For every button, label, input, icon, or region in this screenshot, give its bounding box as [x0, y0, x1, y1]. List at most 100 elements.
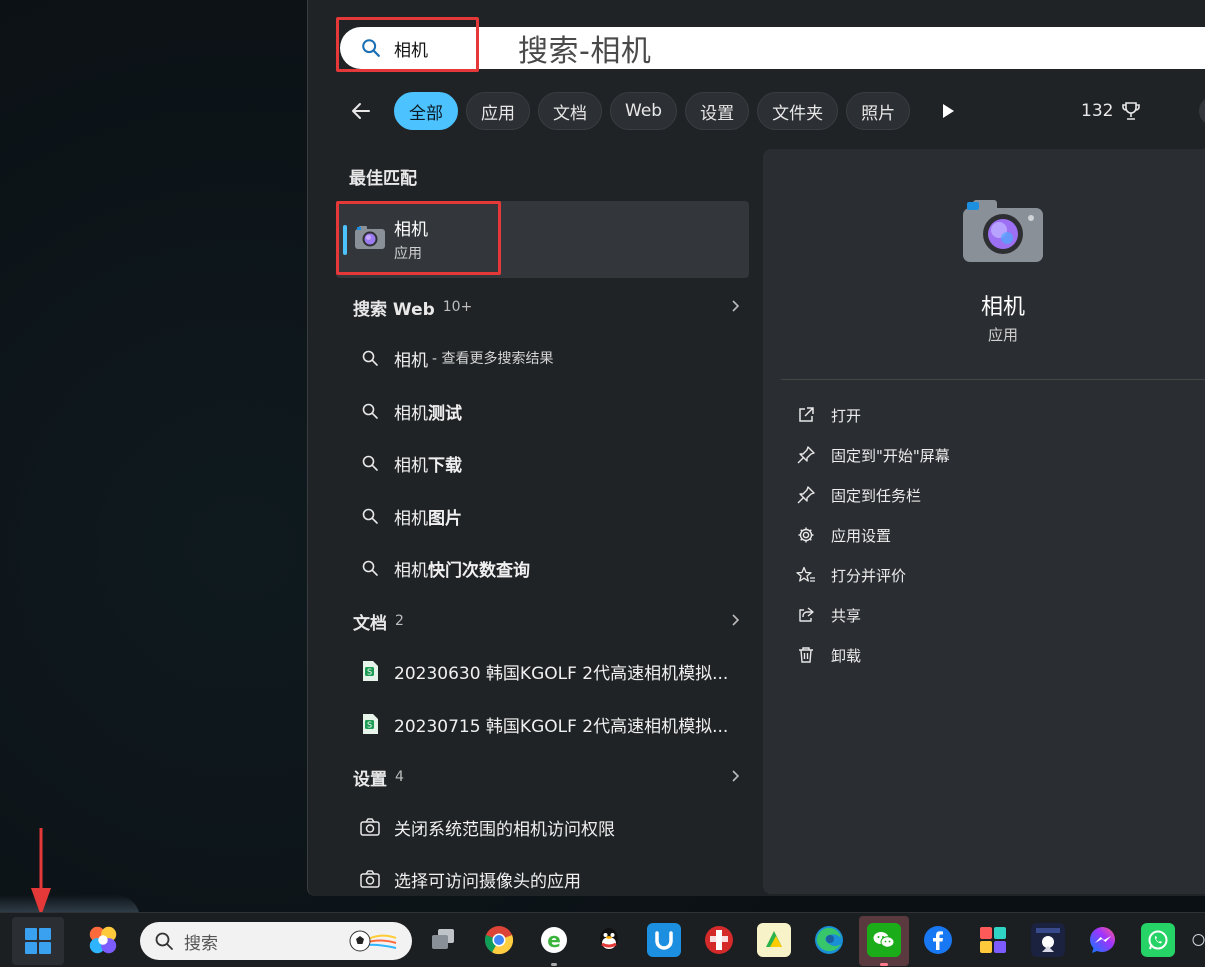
detail-app-name: 相机 — [980, 295, 1025, 320]
action-label: 固定到任务栏 — [831, 486, 922, 505]
web-result-suffix: 快门次数查询 — [428, 560, 530, 581]
rewards-points-value: 132 — [1081, 101, 1114, 121]
whatsapp-icon[interactable] — [1141, 923, 1175, 957]
highlight-box-search — [336, 17, 479, 72]
taskbar-search-box[interactable]: 搜索 — [140, 922, 412, 960]
tab-documents[interactable]: 文档 — [538, 92, 602, 130]
action-open[interactable]: 打开 — [795, 403, 861, 427]
action-label: 固定到"开始"屏幕 — [831, 446, 950, 465]
web-result-5[interactable]: 相机 快门次数查询 — [358, 553, 748, 583]
tab-settings[interactable]: 设置 — [685, 92, 750, 130]
settings-result-text: 关闭系统范围的相机访问权限 — [394, 819, 615, 840]
web-result-2[interactable]: 相机 测试 — [358, 396, 748, 426]
pin-icon — [795, 444, 817, 466]
baidu-netdisk-icon[interactable] — [647, 923, 681, 957]
action-label: 应用设置 — [831, 526, 892, 545]
action-label: 共享 — [831, 606, 862, 625]
red-app-icon[interactable] — [702, 923, 736, 957]
share-icon — [795, 604, 817, 626]
start-button[interactable] — [12, 917, 64, 965]
camera-outline-icon — [358, 815, 382, 839]
document-result-2[interactable]: S 20230715 韩国KGOLF 2代高速相机模拟... — [358, 709, 748, 739]
settings-group-label: 设置 — [353, 769, 387, 790]
chevron-right-icon — [732, 614, 740, 626]
back-arrow-icon[interactable] — [346, 96, 376, 126]
pin-icon — [795, 484, 817, 506]
web-result-1[interactable]: 相机 - 查看更多搜索结果 — [358, 343, 748, 373]
web-result-3[interactable]: 相机 下载 — [358, 448, 748, 478]
web-result-text: 相机 — [394, 455, 428, 476]
partial-app-icon[interactable] — [1192, 923, 1205, 957]
search-icon — [358, 399, 382, 423]
tab-folders[interactable]: 文件夹 — [757, 92, 839, 130]
document-result-1[interactable]: S 20230630 韩国KGOLF 2代高速相机模拟... — [358, 656, 748, 686]
svg-text:e: e — [547, 928, 561, 952]
tab-web[interactable]: Web — [610, 92, 678, 130]
wechat-icon[interactable] — [867, 923, 901, 957]
web-result-text: 相机 — [394, 403, 428, 424]
web-result-text: 相机 — [394, 508, 428, 529]
search-icon — [155, 932, 173, 950]
action-pin-taskbar[interactable]: 固定到任务栏 — [795, 483, 921, 507]
star-rating-icon — [795, 564, 817, 586]
soccer-ball-icon — [349, 930, 397, 952]
start-search-panel: 相机 搜索-相机 全部 应用 文档 Web 设置 文件夹 照片 132 3 最佳… — [307, 0, 1205, 896]
svg-text:S: S — [367, 721, 372, 730]
web-group-header[interactable]: 搜索 Web 10+ — [353, 292, 743, 322]
action-rate-review[interactable]: 打分并评价 — [795, 563, 906, 587]
document-name: 20230715 韩国KGOLF 2代高速相机模拟... — [394, 716, 729, 737]
spreadsheet-file-icon: S — [358, 712, 382, 736]
web-group-count: 10+ — [442, 299, 473, 315]
action-label: 打开 — [831, 406, 862, 425]
web-result-text: 相机 — [394, 560, 428, 581]
open-external-icon — [795, 404, 817, 426]
best-match-heading: 最佳匹配 — [349, 169, 417, 189]
settings-group-header[interactable]: 设置 4 — [353, 762, 743, 792]
qq-icon[interactable] — [592, 923, 626, 957]
web-result-text: 相机 — [394, 350, 428, 371]
web-result-hint: - 查看更多搜索结果 — [432, 351, 554, 367]
account-badge[interactable]: 3 — [1199, 96, 1205, 126]
tab-photos[interactable]: 照片 — [846, 92, 911, 130]
more-filters-play-icon[interactable] — [938, 101, 958, 121]
rewards-points[interactable]: 132 — [1081, 91, 1141, 131]
documents-group-count: 2 — [395, 613, 404, 629]
facebook-icon[interactable] — [921, 923, 955, 957]
settings-result-2[interactable]: 选择可访问摄像头的应用 — [358, 864, 748, 894]
yellow-app-icon[interactable] — [757, 923, 791, 957]
tab-apps[interactable]: 应用 — [466, 92, 530, 130]
documents-group-label: 文档 — [353, 613, 387, 634]
browser-e-icon[interactable]: e — [537, 923, 571, 957]
action-pin-start[interactable]: 固定到"开始"屏幕 — [795, 443, 950, 467]
search-icon — [358, 451, 382, 475]
game-app-icon[interactable] — [1031, 923, 1065, 957]
task-view-icon[interactable] — [426, 923, 460, 957]
taskbar: 搜索 e — [0, 912, 1205, 967]
edge-icon[interactable] — [812, 923, 846, 957]
app-detail-pane: 相机 应用 打开 固定到"开始"屏幕 固定到任务栏 应用设置 打分并评价 共享 — [763, 149, 1205, 894]
web-result-suffix: 下载 — [428, 455, 462, 476]
action-share[interactable]: 共享 — [795, 603, 861, 627]
documents-group-header[interactable]: 文档 2 — [353, 606, 743, 636]
chevron-right-icon — [732, 770, 740, 782]
camera-app-large-icon — [963, 200, 1043, 262]
web-result-4[interactable]: 相机 图片 — [358, 501, 748, 531]
detail-app-type: 应用 — [987, 326, 1018, 344]
search-icon — [358, 346, 382, 370]
running-indicator-active — [880, 963, 888, 966]
trash-icon — [795, 644, 817, 666]
multi-color-app-icon[interactable] — [976, 923, 1010, 957]
web-result-suffix: 图片 — [428, 508, 462, 529]
action-app-settings[interactable]: 应用设置 — [795, 523, 891, 547]
action-label: 打分并评价 — [831, 566, 907, 585]
messenger-icon[interactable] — [1086, 923, 1120, 957]
running-indicator — [551, 963, 557, 966]
settings-result-1[interactable]: 关闭系统范围的相机访问权限 — [358, 812, 748, 842]
web-result-suffix: 测试 — [428, 403, 462, 424]
camera-outline-icon — [358, 867, 382, 891]
chrome-icon[interactable] — [482, 923, 516, 957]
svg-text:S: S — [367, 668, 372, 677]
tab-all[interactable]: 全部 — [394, 92, 458, 130]
action-uninstall[interactable]: 卸载 — [795, 643, 861, 667]
widgets-app-icon[interactable] — [86, 923, 120, 957]
